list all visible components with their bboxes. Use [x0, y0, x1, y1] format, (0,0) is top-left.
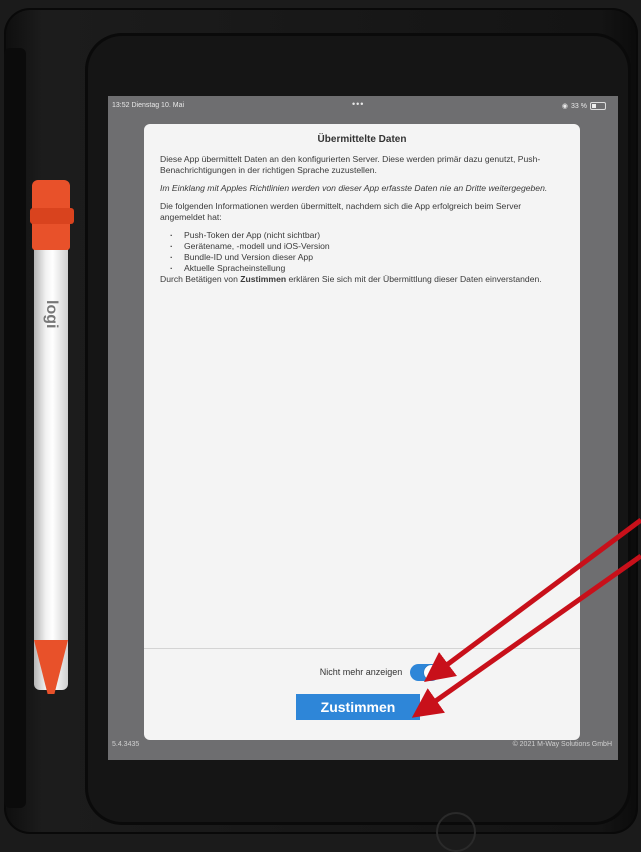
- list-item: Bundle-ID und Version dieser App: [170, 252, 564, 263]
- toggle-knob: [424, 664, 440, 680]
- list-item: Push-Token der App (nicht sichtbar): [170, 230, 564, 241]
- list-item: Aktuelle Spracheinstellung: [170, 263, 564, 274]
- status-time: 13:52 Dienstag 10. Mai: [112, 102, 184, 109]
- tablet-screen: 13:52 Dienstag 10. Mai ••• ◉ 33 % Übermi…: [108, 96, 618, 760]
- app-version: 5.4.3435: [112, 741, 140, 748]
- divider: [144, 648, 580, 649]
- dialog-title: Übermittelte Daten: [317, 134, 407, 145]
- info-paragraph: Die folgenden Informationen werden überm…: [160, 201, 522, 222]
- consent-prefix: Durch Betätigen von: [160, 274, 241, 284]
- pencil-logo: logi: [43, 300, 60, 329]
- battery-icon: [590, 102, 606, 110]
- home-button[interactable]: [436, 812, 476, 852]
- intro-paragraph: Diese App übermittelt Daten an den konfi…: [160, 154, 541, 175]
- agree-button[interactable]: Zustimmen: [296, 694, 420, 720]
- data-list: Push-Token der App (nicht sichtbar) Gerä…: [160, 230, 564, 274]
- wifi-icon: ◉: [561, 103, 569, 110]
- dont-show-again-toggle[interactable]: [410, 663, 441, 681]
- status-bar: 13:52 Dienstag 10. Mai ••• ◉ 33 %: [108, 96, 618, 114]
- status-clock: 13:52: [112, 102, 130, 109]
- case-pencil-holder: [4, 48, 26, 808]
- status-indicators: ◉ 33 %: [562, 102, 606, 110]
- copyright: © 2021 M-Way Solutions GmbH: [512, 741, 612, 748]
- dont-show-again-label: Nicht mehr anzeigen: [319, 667, 403, 677]
- consent-paragraph: Durch Betätigen von Zustimmen erklären S…: [160, 274, 564, 285]
- consent-bold: Zustimmen: [240, 274, 287, 284]
- pencil-clip: [30, 208, 74, 224]
- list-item: Gerätename, -modell und iOS-Version: [170, 241, 564, 252]
- dialog-body: Diese App übermittelt Daten an den konfi…: [160, 154, 564, 624]
- stylus-pencil: [34, 200, 68, 690]
- transmitted-data-dialog: Übermittelte Daten Diese App übermittelt…: [144, 124, 580, 740]
- multitasking-dots-icon[interactable]: •••: [352, 99, 364, 109]
- consent-suffix: erklären Sie sich mit der Übermittlung d…: [286, 274, 542, 284]
- dont-show-again-row: Nicht mehr anzeigen: [144, 662, 580, 682]
- privacy-paragraph: Im Einklang mit Apples Richtlinien werde…: [160, 183, 548, 193]
- status-date: Dienstag 10. Mai: [131, 102, 185, 109]
- battery-percent: 33 %: [571, 102, 587, 110]
